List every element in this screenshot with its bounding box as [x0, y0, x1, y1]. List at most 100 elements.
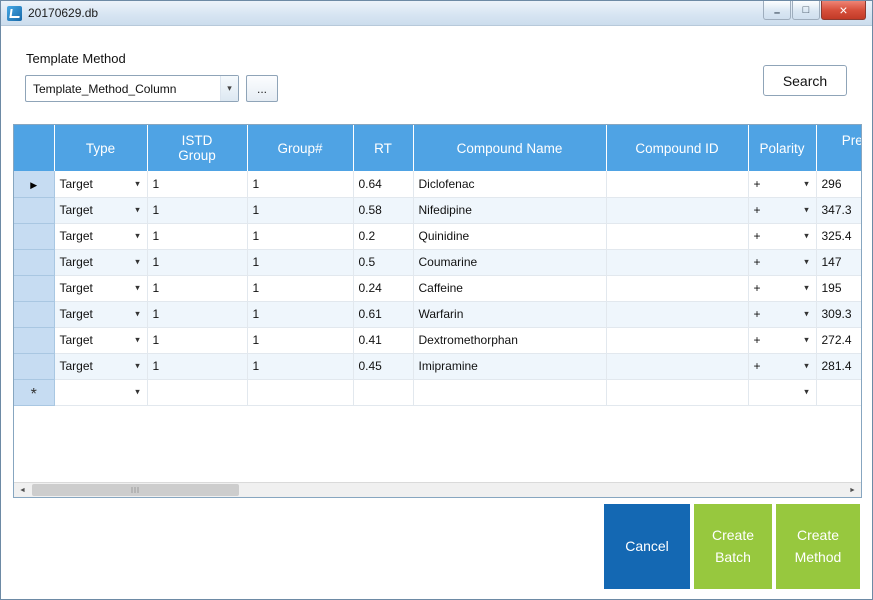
cell-compound_name[interactable]: Imipramine: [413, 353, 606, 379]
column-header-compound_id[interactable]: Compound ID: [606, 125, 748, 171]
column-header-compound_name[interactable]: Compound Name: [413, 125, 606, 171]
cell-istd_group[interactable]: 1: [147, 275, 247, 301]
column-header-group[interactable]: Group#: [247, 125, 353, 171]
scroll-right-arrow-icon[interactable]: ►: [844, 483, 861, 497]
cell-polarity[interactable]: +▾: [748, 327, 816, 353]
cell-group[interactable]: 1: [247, 327, 353, 353]
row-selector[interactable]: [14, 327, 54, 353]
type-dropdown-icon[interactable]: ▾: [131, 309, 145, 320]
cell-polarity[interactable]: ▾: [748, 379, 816, 405]
row-selector[interactable]: [14, 197, 54, 223]
cell-rt[interactable]: 0.45: [353, 353, 413, 379]
cell-precursor[interactable]: 309.3: [816, 301, 861, 327]
cell-group[interactable]: 1: [247, 249, 353, 275]
polarity-dropdown-icon[interactable]: ▾: [800, 335, 814, 346]
cell-compound_name[interactable]: [413, 379, 606, 405]
cell-type[interactable]: Target▾: [54, 353, 147, 379]
cell-group[interactable]: 1: [247, 301, 353, 327]
search-button[interactable]: Search: [763, 65, 847, 96]
create-method-button[interactable]: Create Method: [776, 504, 860, 589]
cell-precursor[interactable]: 272.4: [816, 327, 861, 353]
cell-type[interactable]: Target▾: [54, 249, 147, 275]
cell-group[interactable]: 1: [247, 353, 353, 379]
cell-polarity[interactable]: +▾: [748, 353, 816, 379]
type-dropdown-icon[interactable]: ▾: [131, 231, 145, 242]
cell-compound_id[interactable]: [606, 223, 748, 249]
cell-compound_name[interactable]: Diclofenac: [413, 171, 606, 197]
cell-compound_name[interactable]: Coumarine: [413, 249, 606, 275]
row-selector[interactable]: [14, 301, 54, 327]
cell-precursor[interactable]: 296: [816, 171, 861, 197]
cell-istd_group[interactable]: 1: [147, 171, 247, 197]
type-dropdown-icon[interactable]: ▾: [131, 283, 145, 294]
cell-rt[interactable]: 0.5: [353, 249, 413, 275]
cell-group[interactable]: [247, 379, 353, 405]
cell-compound_name[interactable]: Nifedipine: [413, 197, 606, 223]
cell-type[interactable]: Target▾: [54, 301, 147, 327]
cell-compound_id[interactable]: [606, 275, 748, 301]
cell-istd_group[interactable]: 1: [147, 301, 247, 327]
column-header-rt[interactable]: RT: [353, 125, 413, 171]
cell-istd_group[interactable]: [147, 379, 247, 405]
cell-polarity[interactable]: +▾: [748, 171, 816, 197]
column-header-type[interactable]: Type: [54, 125, 147, 171]
cell-precursor[interactable]: 147: [816, 249, 861, 275]
close-button[interactable]: ×: [821, 1, 866, 20]
cell-compound_id[interactable]: [606, 249, 748, 275]
cell-precursor[interactable]: 325.4: [816, 223, 861, 249]
row-selector[interactable]: [14, 249, 54, 275]
cell-group[interactable]: 1: [247, 171, 353, 197]
cell-compound_id[interactable]: [606, 171, 748, 197]
cell-compound_id[interactable]: [606, 353, 748, 379]
browse-button[interactable]: ...: [246, 75, 278, 102]
cell-type[interactable]: Target▾: [54, 197, 147, 223]
cell-compound_name[interactable]: Warfarin: [413, 301, 606, 327]
maximize-button[interactable]: □: [792, 1, 820, 20]
minimize-button[interactable]: –: [763, 1, 791, 20]
cell-type[interactable]: Target▾: [54, 327, 147, 353]
type-dropdown-icon[interactable]: ▾: [131, 178, 145, 189]
type-dropdown-icon[interactable]: ▾: [131, 387, 145, 398]
column-header-polarity[interactable]: Polarity: [748, 125, 816, 171]
cell-compound_id[interactable]: [606, 197, 748, 223]
cell-rt[interactable]: 0.64: [353, 171, 413, 197]
polarity-dropdown-icon[interactable]: ▾: [800, 361, 814, 372]
cell-compound_name[interactable]: Caffeine: [413, 275, 606, 301]
cell-type[interactable]: ▾: [54, 379, 147, 405]
cell-compound_id[interactable]: [606, 327, 748, 353]
title-bar[interactable]: 20170629.db – □ ×: [1, 1, 872, 26]
type-dropdown-icon[interactable]: ▾: [131, 335, 145, 346]
cell-type[interactable]: Target▾: [54, 275, 147, 301]
cell-precursor[interactable]: [816, 379, 861, 405]
cell-istd_group[interactable]: 1: [147, 223, 247, 249]
column-header-precursor[interactable]: Precursor m/z: [816, 125, 861, 171]
cell-type[interactable]: Target▾: [54, 171, 147, 197]
type-dropdown-icon[interactable]: ▾: [131, 257, 145, 268]
chevron-down-icon[interactable]: ▾: [220, 76, 238, 101]
create-batch-button[interactable]: Create Batch: [694, 504, 772, 589]
cell-rt[interactable]: 0.24: [353, 275, 413, 301]
cell-precursor[interactable]: 347.3: [816, 197, 861, 223]
row-selector[interactable]: [14, 223, 54, 249]
horizontal-scrollbar[interactable]: ◄ ►: [14, 482, 861, 497]
row-selector[interactable]: ▶: [14, 171, 54, 197]
cell-polarity[interactable]: +▾: [748, 275, 816, 301]
polarity-dropdown-icon[interactable]: ▾: [800, 257, 814, 268]
type-dropdown-icon[interactable]: ▾: [131, 361, 145, 372]
cell-compound_id[interactable]: [606, 379, 748, 405]
scroll-left-arrow-icon[interactable]: ◄: [14, 483, 31, 497]
polarity-dropdown-icon[interactable]: ▾: [800, 178, 814, 189]
polarity-dropdown-icon[interactable]: ▾: [800, 309, 814, 320]
cell-compound_name[interactable]: Quinidine: [413, 223, 606, 249]
column-header-istd_group[interactable]: ISTD Group: [147, 125, 247, 171]
cancel-button[interactable]: Cancel: [604, 504, 690, 589]
cell-rt[interactable]: 0.2: [353, 223, 413, 249]
cell-polarity[interactable]: +▾: [748, 197, 816, 223]
column-header-selector[interactable]: [14, 125, 54, 171]
cell-type[interactable]: Target▾: [54, 223, 147, 249]
scrollbar-thumb[interactable]: [32, 484, 239, 496]
cell-group[interactable]: 1: [247, 197, 353, 223]
row-selector[interactable]: *: [14, 379, 54, 405]
cell-rt[interactable]: 0.41: [353, 327, 413, 353]
cell-group[interactable]: 1: [247, 275, 353, 301]
